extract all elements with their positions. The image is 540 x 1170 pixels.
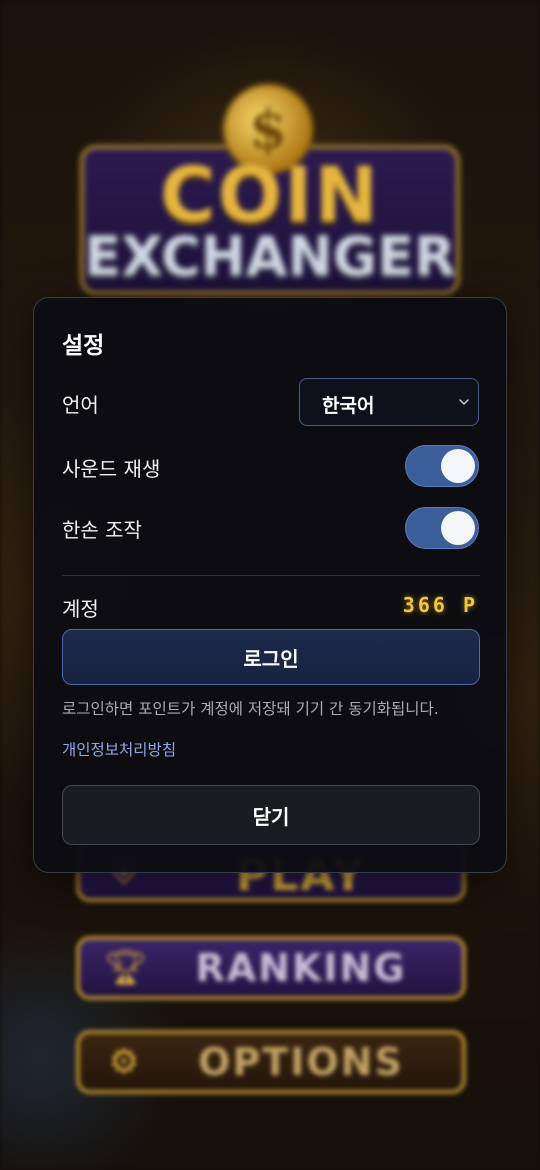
login-hint-text: 로그인하면 포인트가 계정에 저장돼 기기 간 동기화됩니다. [62,700,439,718]
language-selected-value: 한국어 [322,395,375,417]
sound-label: 사운드 재생 [62,457,161,481]
divider [62,575,480,576]
trophy-icon: 🏆︎ [104,948,148,988]
account-label: 계정 [62,597,99,621]
modal-title: 설정 [62,333,105,359]
one-hand-label: 한손 조작 [62,518,142,542]
language-label: 언어 [62,393,99,417]
settings-modal: 설정 언어 한국어 사운드 재생 한손 조작 계정 366 P 로그인 로그인하… [33,297,507,873]
gear-icon: ⚙ [108,1042,140,1082]
one-hand-toggle-knob [441,511,475,545]
language-select[interactable]: 한국어 [299,378,479,426]
one-hand-toggle[interactable] [405,507,479,549]
logo-title-line2: EXCHANGER [84,225,456,288]
game-logo: $ COIN EXCHANGER [40,75,500,305]
points-value: 366 P [402,593,478,617]
login-button[interactable]: 로그인 [62,629,480,685]
ranking-button: 🏆︎ RANKING [76,936,466,1000]
sound-toggle[interactable] [405,445,479,487]
options-label: OPTIONS [198,1040,404,1084]
options-button: ⚙ OPTIONS [76,1030,466,1094]
close-button[interactable]: 닫기 [62,785,480,845]
chevron-down-icon [459,399,469,405]
privacy-policy-link[interactable]: 개인정보처리방침 [62,738,176,760]
sound-toggle-knob [441,449,475,483]
ranking-label: RANKING [195,946,407,990]
